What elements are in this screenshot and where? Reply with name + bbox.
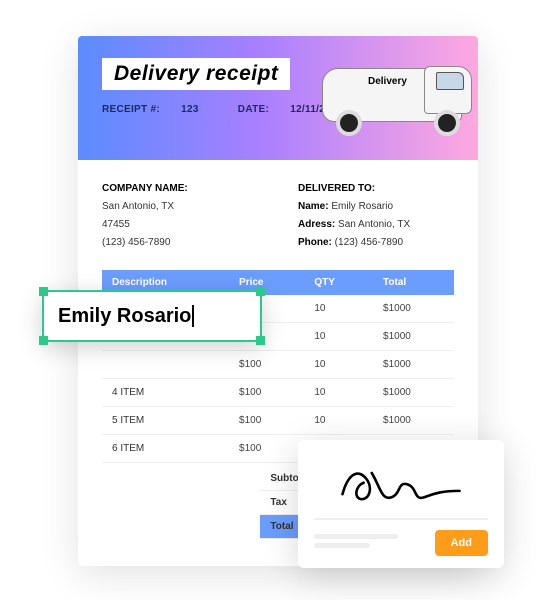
table-row: 4 ITEM$10010$1000 bbox=[102, 379, 454, 407]
receipt-title: Delivery receipt bbox=[114, 62, 278, 85]
table-row: 5 ITEM$10010$1000 bbox=[102, 407, 454, 435]
cell-price: $100 bbox=[229, 435, 304, 463]
receipt-date-label: DATE: bbox=[238, 104, 269, 115]
cell-qty: 10 bbox=[304, 323, 373, 351]
delivered-heading: DELIVERED TO: bbox=[298, 180, 454, 198]
cell-price: $100 bbox=[229, 407, 304, 435]
company-phone: (123) 456-7890 bbox=[102, 234, 258, 252]
table-row: $10010$1000 bbox=[102, 351, 454, 379]
delivery-van-icon: Delivery bbox=[312, 60, 472, 142]
text-editor-content[interactable]: Emily Rosario bbox=[58, 305, 194, 328]
cell-qty: 10 bbox=[304, 379, 373, 407]
delivered-phone-label: Phone: bbox=[298, 237, 332, 248]
signature-stroke-icon bbox=[336, 459, 466, 513]
van-label: Delivery bbox=[368, 76, 407, 87]
delivered-name-value: Emily Rosario bbox=[331, 201, 393, 212]
resize-handle-bl[interactable] bbox=[39, 336, 48, 345]
info-row: COMPANY NAME: San Antonio, TX 47455 (123… bbox=[102, 180, 454, 252]
text-cursor-icon bbox=[192, 305, 194, 327]
cell-desc bbox=[102, 351, 229, 379]
cell-total: $1000 bbox=[373, 351, 454, 379]
cell-desc: 6 ITEM bbox=[102, 435, 229, 463]
company-city: San Antonio, TX bbox=[102, 198, 258, 216]
receipt-number-label: RECEIPT #: bbox=[102, 104, 160, 115]
delivered-address-value: San Antonio, TX bbox=[338, 219, 410, 230]
signature-divider bbox=[314, 518, 488, 520]
company-heading: COMPANY NAME: bbox=[102, 180, 258, 198]
col-total: Total bbox=[373, 270, 454, 295]
add-button[interactable]: Add bbox=[435, 530, 488, 556]
cell-price: $100 bbox=[229, 379, 304, 407]
receipt-header: Delivery receipt RECEIPT #: 123 DATE: 12… bbox=[78, 36, 478, 160]
cell-total: $1000 bbox=[373, 295, 454, 323]
cell-qty: 10 bbox=[304, 407, 373, 435]
delivered-info: DELIVERED TO: Name: Emily Rosario Adress… bbox=[298, 180, 454, 252]
cell-total: $1000 bbox=[373, 379, 454, 407]
company-info: COMPANY NAME: San Antonio, TX 47455 (123… bbox=[102, 180, 258, 252]
cell-desc: 4 ITEM bbox=[102, 379, 229, 407]
resize-handle-tl[interactable] bbox=[39, 287, 48, 296]
receipt-title-box: Delivery receipt bbox=[102, 58, 290, 90]
delivered-name-label: Name: bbox=[298, 201, 329, 212]
col-qty: QTY bbox=[304, 270, 373, 295]
cell-qty: 10 bbox=[304, 351, 373, 379]
company-zip: 47455 bbox=[102, 216, 258, 234]
delivered-phone-value: (123) 456-7890 bbox=[335, 237, 403, 248]
cell-total: $1000 bbox=[373, 407, 454, 435]
signature-placeholder-lines bbox=[314, 534, 427, 552]
resize-handle-br[interactable] bbox=[256, 336, 265, 345]
editor-text: Emily Rosario bbox=[58, 305, 191, 327]
signature-footer: Add bbox=[314, 530, 488, 556]
receipt-number-value: 123 bbox=[181, 104, 199, 115]
text-editor-field[interactable]: Emily Rosario bbox=[42, 290, 262, 342]
signature-area[interactable] bbox=[314, 454, 488, 518]
signature-widget: Add bbox=[298, 440, 504, 568]
resize-handle-tr[interactable] bbox=[256, 287, 265, 296]
cell-total: $1000 bbox=[373, 323, 454, 351]
cell-qty: 10 bbox=[304, 295, 373, 323]
cell-desc: 5 ITEM bbox=[102, 407, 229, 435]
delivered-address-label: Adress: bbox=[298, 219, 335, 230]
cell-price: $100 bbox=[229, 351, 304, 379]
